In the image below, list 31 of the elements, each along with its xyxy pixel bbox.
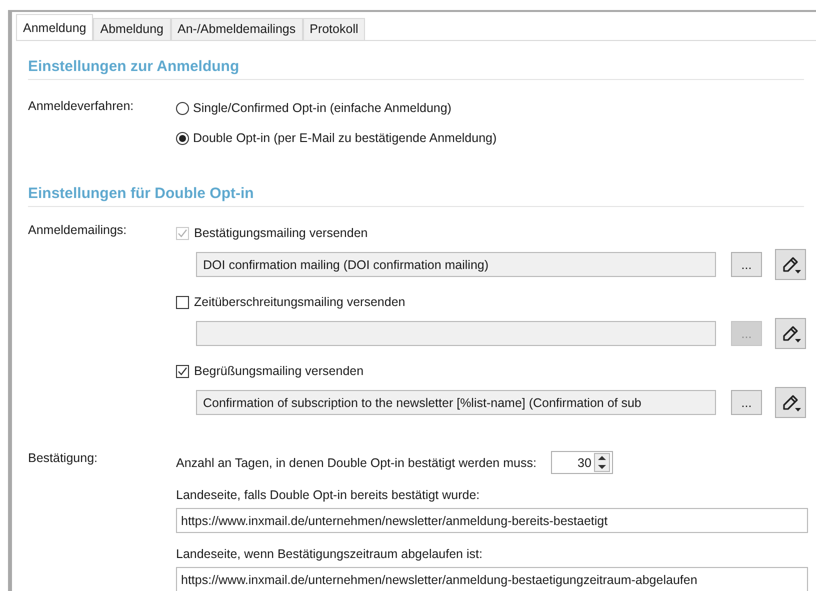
mailing-field[interactable]: Confirmation of subscription to the newsletter [%list-name] (Confirmation of sub (196, 390, 716, 415)
checkbox-label: Bestätigungsmailing versenden (194, 226, 368, 240)
edit-button[interactable] (775, 387, 806, 418)
section-heading: Einstellungen für Double Opt-in (28, 147, 804, 207)
url-field[interactable]: https://www.inxmail.de/unternehmen/newsletter/anmeldung-bestaetigungzeitraum-abgelaufen (176, 567, 808, 591)
radio-label: Double Opt-in (per E-Mail zu bestätigende Anmeldung) (193, 131, 497, 145)
field-label: Landeseite, falls Double Opt-in bereits bestätigt wurde: (176, 488, 481, 502)
tab[interactable]: Abmeldung (93, 18, 170, 40)
field-label: Bestätigung: (28, 451, 98, 467)
tab[interactable]: Anmeldung (16, 14, 94, 40)
mailing-field[interactable] (196, 321, 716, 346)
checkbox-label: Begrüßungsmailing versenden (194, 364, 364, 378)
checkbox[interactable] (176, 296, 189, 308)
field-label: Landeseite, wenn Bestätigungszeitraum abgelaufen ist: (176, 547, 484, 561)
radio-button[interactable] (176, 132, 189, 144)
radio-label: Single/Confirmed Opt-in (einfache Anmeldung) (193, 101, 452, 115)
tab[interactable]: An-/Abmeldemailings (170, 18, 303, 40)
url-field[interactable]: https://www.inxmail.de/unternehmen/newsletter/anmeldung-bereits-bestaetigt (176, 508, 808, 533)
radio-button[interactable] (176, 102, 189, 114)
field-label: Anzahl an Tagen, in denen Double Opt-in bestätigt werden muss: (176, 456, 536, 470)
browse-button[interactable]: ... (731, 390, 762, 415)
field-label: Anmeldeverfahren: (28, 99, 135, 115)
checkbox-label: Zeitüberschreitungsmailing versenden (194, 295, 406, 309)
checkbox[interactable] (176, 364, 189, 378)
tab[interactable]: Protokoll (302, 18, 366, 40)
spinner-arrows-icon[interactable] (594, 453, 610, 472)
field-label: Anmeldemailings: (28, 223, 128, 239)
days-spinner[interactable]: 30 (551, 451, 614, 474)
edit-button[interactable] (775, 318, 806, 349)
edit-button[interactable] (775, 249, 806, 280)
section-heading: Einstellungen zur Anmeldung (28, 41, 804, 80)
